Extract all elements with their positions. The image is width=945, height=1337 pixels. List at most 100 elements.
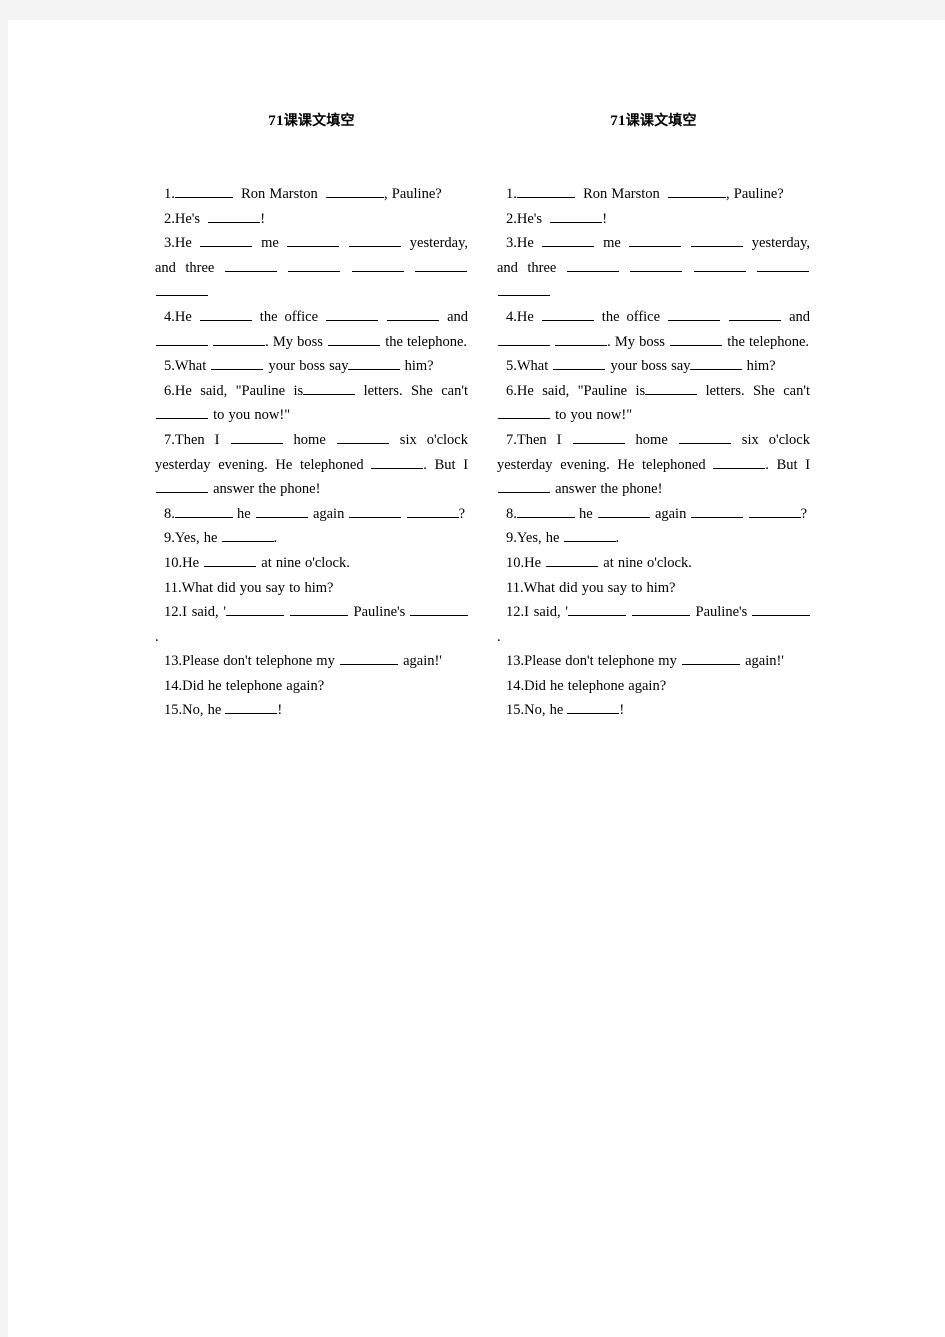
q8-word-a: 8. <box>164 505 175 522</box>
answer-blank[interactable] <box>415 258 468 272</box>
answer-blank[interactable] <box>645 381 698 395</box>
q13-word-b: again!' <box>403 653 442 670</box>
answer-blank[interactable] <box>213 332 266 346</box>
answer-blank[interactable] <box>351 258 404 272</box>
q10-word-b: at nine o'clock. <box>603 554 692 571</box>
answer-blank[interactable] <box>326 307 379 321</box>
answer-blank[interactable] <box>204 553 257 567</box>
answer-blank[interactable] <box>156 283 208 297</box>
answer-blank[interactable] <box>387 307 440 321</box>
answer-blank[interactable] <box>498 479 550 494</box>
answer-blank[interactable] <box>629 233 682 248</box>
q4-word-b: the office <box>259 308 319 325</box>
answer-blank[interactable] <box>498 283 550 297</box>
question-item-12: 12.I said, ' Pauline's . <box>155 600 469 649</box>
answer-blank[interactable] <box>516 184 575 198</box>
answer-blank[interactable] <box>691 504 744 518</box>
q4-word-e: the <box>727 333 745 350</box>
answer-blank[interactable] <box>288 258 341 272</box>
answer-blank[interactable] <box>174 184 233 198</box>
answer-blank[interactable] <box>406 504 459 518</box>
question-item-8: 8. he again ? <box>155 502 468 527</box>
answer-blank[interactable] <box>691 233 744 248</box>
answer-blank[interactable] <box>211 356 264 371</box>
answer-blank[interactable] <box>668 307 721 321</box>
answer-blank[interactable] <box>349 504 402 518</box>
answer-blank[interactable] <box>498 332 550 346</box>
title-spacer-right <box>497 132 810 182</box>
answer-blank[interactable] <box>553 356 606 371</box>
title-number-right: 71 <box>610 113 626 129</box>
page-title-left: 71课课文填空 <box>155 110 468 132</box>
answer-blank[interactable] <box>693 258 746 272</box>
answer-blank[interactable] <box>208 209 261 223</box>
answer-blank[interactable] <box>757 258 810 272</box>
answer-blank[interactable] <box>200 233 253 248</box>
answer-blank[interactable] <box>678 430 731 444</box>
answer-blank[interactable] <box>568 602 627 617</box>
answer-blank[interactable] <box>563 529 616 543</box>
q7-word-d: yesterday evening. He telephoned <box>497 456 706 473</box>
answer-blank[interactable] <box>567 701 620 715</box>
answer-blank[interactable] <box>542 233 595 248</box>
answer-blank[interactable] <box>287 233 340 248</box>
answer-blank[interactable] <box>572 430 625 444</box>
answer-blank[interactable] <box>199 307 252 321</box>
answer-blank[interactable] <box>670 332 723 346</box>
answer-blank[interactable] <box>752 602 811 617</box>
q15-word-a: 15.No, he <box>506 702 564 719</box>
answer-blank[interactable] <box>226 602 285 617</box>
answer-blank[interactable] <box>328 332 381 346</box>
q5-word-a: 5.What <box>506 358 549 375</box>
q5-word-a: 5.What <box>164 358 207 375</box>
answer-blank[interactable] <box>748 504 801 518</box>
answer-blank[interactable] <box>681 652 740 666</box>
answer-blank[interactable] <box>713 455 766 469</box>
answer-blank[interactable] <box>516 504 575 518</box>
answer-blank[interactable] <box>289 602 348 617</box>
title-spacer-left <box>155 132 468 182</box>
answer-blank[interactable] <box>230 430 283 444</box>
q2-word-b: ! <box>260 210 266 227</box>
q13-word-a: 13.Please don't telephone my <box>506 653 677 670</box>
q10-word-a: 10.He <box>164 554 200 571</box>
answer-blank[interactable] <box>326 184 385 198</box>
answer-blank[interactable] <box>498 406 550 420</box>
answer-blank[interactable] <box>336 430 389 444</box>
answer-blank[interactable] <box>174 504 233 518</box>
q2-word-a: 2.He's <box>164 210 201 227</box>
answer-blank[interactable] <box>597 504 650 518</box>
answer-blank[interactable] <box>690 356 743 371</box>
answer-blank[interactable] <box>156 406 208 420</box>
answer-blank[interactable] <box>255 504 308 518</box>
q3-word-a: 3.He <box>164 235 192 252</box>
answer-blank[interactable] <box>221 529 274 543</box>
question-item-2: 2.He's ! <box>497 207 810 232</box>
answer-blank[interactable] <box>348 356 401 371</box>
answer-blank[interactable] <box>668 184 727 198</box>
q7-word-c: six o'clock <box>741 431 810 448</box>
worksheet-column-right: 71课课文填空 1. Ron Marston , Pauline? 2.He's… <box>497 110 810 723</box>
q7-word-g: answer the phone! <box>555 481 663 498</box>
answer-blank[interactable] <box>225 701 278 715</box>
answer-blank[interactable] <box>566 258 619 272</box>
q8-word-c: again <box>654 505 687 522</box>
answer-blank[interactable] <box>550 209 603 223</box>
answer-blank[interactable] <box>156 332 208 346</box>
q5-word-c: him? <box>746 358 776 375</box>
q8-word-b: he <box>579 505 593 522</box>
answer-blank[interactable] <box>339 652 398 666</box>
answer-blank[interactable] <box>349 233 402 248</box>
answer-blank[interactable] <box>156 479 208 494</box>
answer-blank[interactable] <box>541 307 594 321</box>
answer-blank[interactable] <box>631 602 690 617</box>
answer-blank[interactable] <box>410 602 469 617</box>
answer-blank[interactable] <box>546 553 599 567</box>
answer-blank[interactable] <box>630 258 683 272</box>
answer-blank[interactable] <box>303 381 356 395</box>
q4-word-d: . My boss <box>607 333 665 350</box>
answer-blank[interactable] <box>371 455 424 469</box>
answer-blank[interactable] <box>555 332 608 346</box>
answer-blank[interactable] <box>729 307 782 321</box>
answer-blank[interactable] <box>224 258 277 272</box>
